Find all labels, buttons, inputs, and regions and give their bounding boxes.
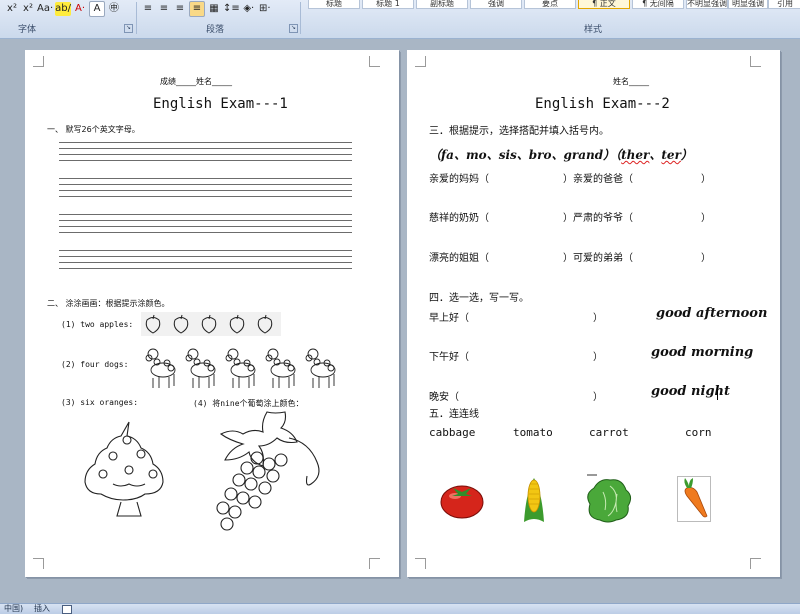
word-carrot: carrot bbox=[589, 426, 629, 439]
question-1: 一、 默写26个英文字母。 bbox=[47, 125, 140, 134]
apples-image bbox=[141, 312, 281, 336]
family-row: ） bbox=[701, 253, 711, 264]
question-2: 二、 涂涂画画：根据提示涂颜色。 bbox=[47, 299, 170, 308]
ribbon-separator bbox=[136, 2, 137, 34]
style-quote[interactable]: 引用 bbox=[768, 0, 800, 9]
greeting-row: ） bbox=[593, 352, 603, 363]
style-subtle-emphasis[interactable]: 不明显强调 bbox=[686, 0, 728, 9]
greeting-answer: good afternoon bbox=[656, 306, 768, 321]
family-row: ） bbox=[701, 174, 711, 185]
style-no-spacing[interactable]: ¶ 无间隔 bbox=[632, 0, 684, 9]
line-spacing-icon[interactable]: ↕≡ bbox=[223, 2, 240, 16]
align-left-icon[interactable]: ≡ bbox=[141, 2, 155, 16]
highlight-button[interactable]: ab/ bbox=[55, 2, 72, 16]
family-row: 漂亮的姐姐（ bbox=[429, 253, 489, 264]
grapes-image bbox=[216, 411, 320, 531]
word-hints: （fa、mo、sis、bro、grand）（ther、ter） bbox=[429, 148, 693, 162]
margin-corner bbox=[33, 56, 44, 67]
style-emphasis[interactable]: 强调 bbox=[470, 0, 522, 9]
margin-corner bbox=[369, 56, 380, 67]
carrot-image bbox=[677, 476, 711, 522]
question-4: 四．选一选，写一写。 bbox=[429, 293, 529, 304]
superscript-button[interactable]: x² bbox=[21, 2, 35, 16]
greeting-row: 早上好（ bbox=[429, 313, 469, 324]
subscript-button[interactable]: x² bbox=[5, 2, 19, 16]
cabbage-image bbox=[587, 474, 632, 523]
paragraph-group-label: 段落 bbox=[206, 25, 225, 35]
paragraph-dialog-launcher-icon[interactable]: ↘ bbox=[289, 24, 298, 33]
score-name-line: 成绩_____姓名_____ bbox=[160, 77, 232, 86]
ribbon-separator bbox=[300, 2, 301, 34]
document-page-1[interactable]: 成绩_____姓名_____ English Exam---1 一、 默写26个… bbox=[25, 50, 399, 577]
word-corn: corn bbox=[685, 426, 712, 439]
font-group-label: 字体 bbox=[18, 25, 37, 35]
item-apples: (1) two apples: bbox=[61, 320, 134, 329]
margin-corner bbox=[369, 558, 380, 569]
dogs-image bbox=[145, 348, 336, 388]
shading-icon[interactable]: ◈· bbox=[242, 2, 256, 16]
family-row: 亲爱的妈妈（ bbox=[429, 174, 489, 185]
name-line: 姓名_____ bbox=[613, 77, 649, 86]
align-right-icon[interactable]: ≡ bbox=[173, 2, 187, 16]
question-3: 三．根据提示，选择搭配并填入括号内。 bbox=[429, 126, 609, 137]
char-shading-button[interactable]: A bbox=[89, 1, 106, 17]
corn-image bbox=[524, 478, 544, 522]
word-cabbage: cabbage bbox=[429, 426, 476, 439]
ribbon: x² x² Aa· ab/ A· A ㊥ ≡ ≡ ≡ ≡ ▦ ↕≡ ◈· ⊞· … bbox=[0, 0, 800, 39]
page-title: English Exam---2 bbox=[535, 96, 670, 112]
font-color-button[interactable]: A· bbox=[73, 2, 87, 16]
family-row: ）可爱的弟弟（ bbox=[563, 253, 633, 264]
style-strong[interactable]: 要点 bbox=[524, 0, 576, 9]
style-intense-emphasis[interactable]: 明显强调 bbox=[728, 0, 768, 9]
borders-icon[interactable]: ⊞· bbox=[258, 2, 272, 16]
align-center-icon[interactable]: ≡ bbox=[157, 2, 171, 16]
family-row: ） bbox=[701, 213, 711, 224]
paragraph-toolbar: ≡ ≡ ≡ ≡ ▦ ↕≡ ◈· ⊞· bbox=[140, 0, 273, 18]
styles-group-label: 样式 bbox=[584, 25, 603, 35]
item-oranges: (3) six oranges: bbox=[61, 398, 139, 407]
font-dialog-launcher-icon[interactable]: ↘ bbox=[124, 24, 133, 33]
margin-corner bbox=[415, 56, 426, 67]
margin-corner bbox=[750, 56, 761, 67]
status-bar: 中国) 插入 bbox=[0, 603, 800, 614]
margin-corner bbox=[750, 558, 761, 569]
style-subtitle[interactable]: 副标题 bbox=[416, 0, 468, 9]
distribute-icon[interactable]: ▦ bbox=[207, 2, 221, 16]
style-heading1[interactable]: 标题 1 bbox=[362, 0, 414, 9]
greeting-answer: good morning bbox=[651, 345, 754, 360]
page-title: English Exam---1 bbox=[153, 96, 288, 112]
greeting-row: 晚安（ bbox=[429, 392, 459, 403]
family-row: ）严肃的爷爷（ bbox=[563, 213, 633, 224]
orange-tree-image bbox=[84, 421, 164, 517]
greeting-row: ） bbox=[593, 392, 603, 403]
greeting-row: 下午好（ bbox=[429, 352, 469, 363]
family-row: 慈祥的奶奶（ bbox=[429, 213, 489, 224]
greeting-row: ） bbox=[593, 313, 603, 324]
question-5: 五．连连线 bbox=[429, 409, 479, 420]
word-tomato: tomato bbox=[513, 426, 553, 439]
style-title[interactable]: 标题 bbox=[308, 0, 360, 9]
tomato-image bbox=[440, 485, 484, 519]
document-page-2[interactable]: 姓名_____ English Exam---2 三．根据提示，选择搭配并填入括… bbox=[407, 50, 780, 577]
family-row: ）亲爱的爸爸（ bbox=[563, 174, 633, 185]
margin-corner bbox=[33, 558, 44, 569]
font-toolbar: x² x² Aa· ab/ A· A ㊥ bbox=[4, 0, 122, 18]
justify-icon[interactable]: ≡ bbox=[189, 1, 205, 17]
text-cursor bbox=[717, 386, 718, 400]
greeting-answer: good night bbox=[651, 384, 730, 399]
change-case-button[interactable]: Aa· bbox=[37, 2, 53, 16]
enclose-char-button[interactable]: ㊥ bbox=[107, 2, 121, 16]
style-normal[interactable]: ¶ 正文 bbox=[578, 0, 630, 9]
item-dogs: (2) four dogs: bbox=[61, 360, 129, 369]
margin-corner bbox=[415, 558, 426, 569]
